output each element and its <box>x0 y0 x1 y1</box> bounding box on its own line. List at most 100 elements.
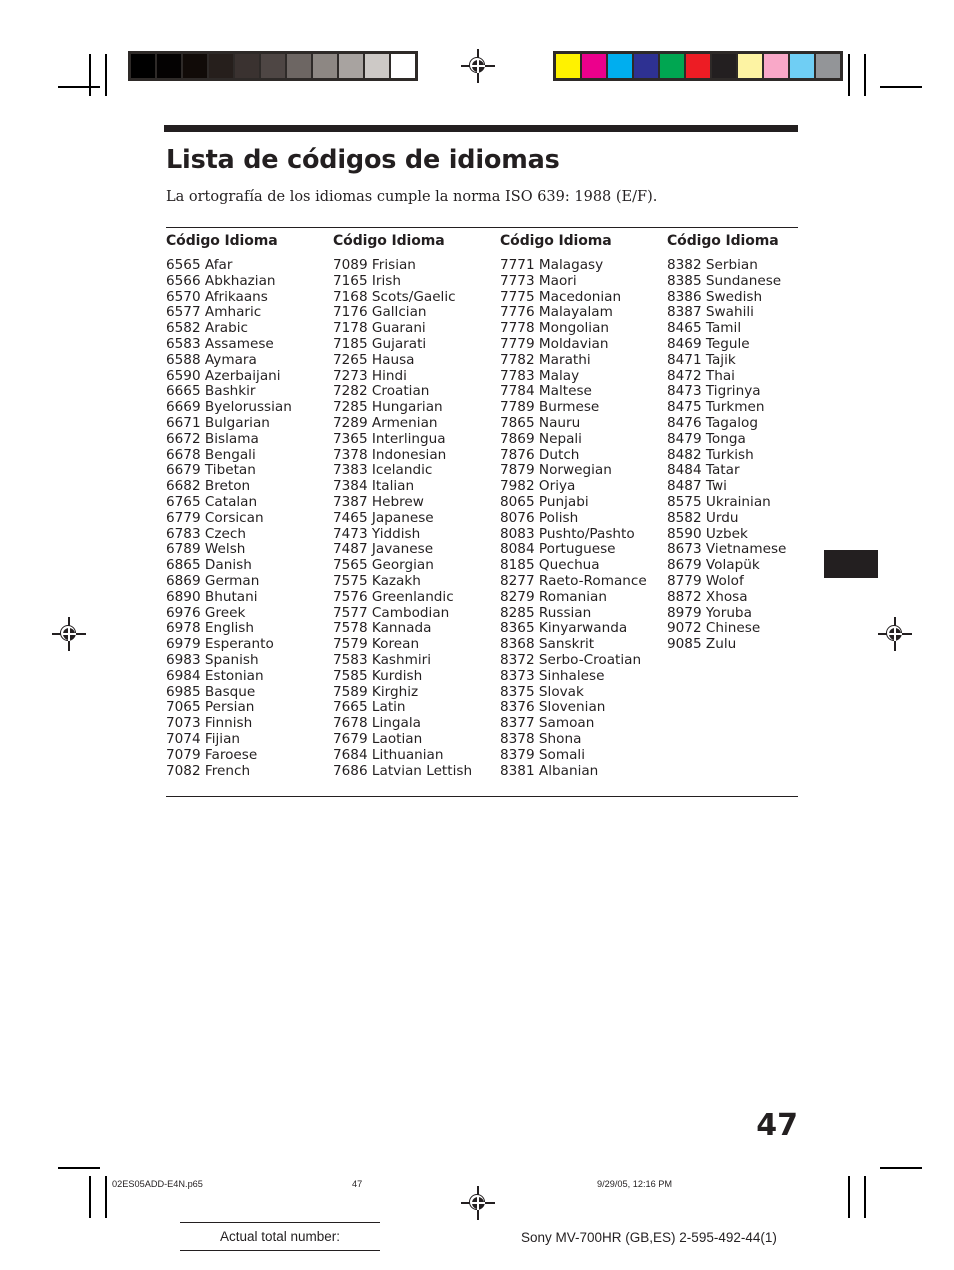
language-code-entry: 6985 Basque <box>166 683 256 700</box>
column-header-3: Código Idioma <box>500 233 612 249</box>
registration-target-left-middle <box>52 617 86 651</box>
language-code-entry: 7589 Kirghiz <box>333 683 419 700</box>
language-code-entry: 6779 Corsican <box>166 509 264 526</box>
language-code-entry: 6984 Estonian <box>166 667 264 684</box>
language-code-entry: 7365 Interlingua <box>333 430 446 447</box>
language-code-entry: 6570 Afrikaans <box>166 288 268 305</box>
language-code-table: Código Idioma Código Idioma Código Idiom… <box>166 227 798 798</box>
language-code-entry: 7285 Hungarian <box>333 399 443 416</box>
language-code-entry: 7679 Laotian <box>333 730 423 747</box>
language-code-entry: 8372 Serbo-Croatian <box>500 651 642 668</box>
language-code-entry: 7776 Malayalam <box>500 304 613 321</box>
language-code-entry: 8475 Turkmen <box>667 399 765 416</box>
language-code-entry: 7289 Armenian <box>333 414 438 431</box>
language-code-entry: 7686 Latvian Lettish <box>333 762 473 779</box>
language-code-entry: 7684 Lithuanian <box>333 746 444 763</box>
language-code-entry: 8487 Twi <box>667 478 727 495</box>
language-code-entry: 6669 Byelorussian <box>166 399 292 416</box>
language-code-entry: 6869 German <box>166 572 260 589</box>
language-code-entry: 6789 Welsh <box>166 541 246 558</box>
color-swatch <box>608 54 632 78</box>
language-code-entry: 7583 Kashmiri <box>333 651 432 668</box>
color-swatch <box>556 54 580 78</box>
language-code-entry: 8575 Ukrainian <box>667 493 771 510</box>
language-code-entry: 7487 Javanese <box>333 541 434 558</box>
crop-mark-bottom-right-vertical <box>864 1176 866 1218</box>
code-column-4: 8382 Serbian 8385 Sundanese 8386 Swedish 83… <box>667 257 834 779</box>
language-code-entry: 8387 Swahili <box>667 304 754 321</box>
language-code-entry: 8590 Uzbek <box>667 525 748 542</box>
language-code-entry: 8279 Romanian <box>500 588 607 605</box>
language-code-entry: 7779 Moldavian <box>500 335 609 352</box>
language-code-entry: 8375 Slovak <box>500 683 584 700</box>
language-code-entry: 8385 Sundanese <box>667 272 782 289</box>
registration-dot <box>62 627 76 641</box>
language-code-entry: 7579 Korean <box>333 636 420 653</box>
language-code-entry: 7778 Mongolian <box>500 320 610 337</box>
language-code-entry: 7082 French <box>166 762 251 779</box>
language-code-entry: 8386 Swedish <box>667 288 763 305</box>
language-code-entry: 6678 Bengali <box>166 446 256 463</box>
language-code-entry: 7879 Norwegian <box>500 462 612 479</box>
crop-mark-top-right-bleed <box>848 54 850 96</box>
language-code-entry: 8076 Polish <box>500 509 579 526</box>
language-code-entry: 6566 Abkhazian <box>166 272 276 289</box>
grayscale-swatch <box>261 54 285 78</box>
language-code-entry: 6978 English <box>166 620 255 637</box>
slug-file-name: 02ES05ADD-E4N.p65 <box>112 1179 203 1189</box>
language-code-entry: 6583 Assamese <box>166 335 274 352</box>
language-code-entry: 7079 Faroese <box>166 746 258 763</box>
registration-target-top-center <box>461 49 495 83</box>
language-code-entry: 8779 Wolof <box>667 572 744 589</box>
language-code-entry: 8679 Volapük <box>667 557 760 574</box>
language-code-entry: 6672 Bislama <box>166 430 259 447</box>
language-code-entry: 8479 Tonga <box>667 430 746 447</box>
column-header-4: Código Idioma <box>667 233 779 249</box>
language-code-entry: 7168 Scots/Gaelic <box>333 288 456 305</box>
language-code-entry: 7578 Kannada <box>333 620 432 637</box>
registration-dot <box>471 59 485 73</box>
page-intro-text: La ortografía de los idiomas cumple la n… <box>166 189 658 205</box>
language-code-entry: 6765 Catalan <box>166 493 258 510</box>
color-swatch <box>712 54 736 78</box>
crop-mark-bottom-left-horizontal <box>58 1167 100 1169</box>
language-code-entry: 6588 Aymara <box>166 351 257 368</box>
language-code-entry: 7789 Burmese <box>500 399 600 416</box>
language-code-entry: 7576 Greenlandic <box>333 588 454 605</box>
grayscale-swatch <box>339 54 363 78</box>
language-code-entry: 6979 Esperanto <box>166 636 274 653</box>
language-code-entry: 6577 Amharic <box>166 304 262 321</box>
registration-dot <box>471 1196 485 1210</box>
language-code-entry: 8471 Tajik <box>667 351 736 368</box>
color-swatch <box>764 54 788 78</box>
crop-mark-top-right-vertical <box>864 54 866 96</box>
crop-mark-top-left-vertical <box>89 54 91 96</box>
color-calibration-bar <box>553 51 843 81</box>
color-swatch <box>660 54 684 78</box>
language-code-entry: 8469 Tegule <box>667 335 750 352</box>
grayscale-swatch <box>157 54 181 78</box>
language-code-entry: 7575 Kazakh <box>333 572 421 589</box>
language-code-entry: 8473 Tigrinya <box>667 383 761 400</box>
language-code-entry: 8872 Xhosa <box>667 588 748 605</box>
language-code-entry: 8277 Raeto-Romance <box>500 572 647 589</box>
grayscale-swatch <box>235 54 259 78</box>
language-code-entry: 9085 Zulu <box>667 636 737 653</box>
thumb-index-tab <box>824 550 878 578</box>
language-code-entry: 8382 Serbian <box>667 257 758 273</box>
language-code-entry: 7782 Marathi <box>500 351 591 368</box>
language-code-entry: 7771 Malagasy <box>500 257 604 273</box>
slug-page-number: 47 <box>352 1179 363 1189</box>
language-code-entry: 7665 Latin <box>333 699 406 716</box>
language-code-entry: 7869 Nepali <box>500 430 582 447</box>
language-code-entry: 7185 Gujarati <box>333 335 427 352</box>
slug-date-time: 9/29/05, 12:16 PM <box>597 1179 673 1189</box>
language-code-entry: 8979 Yoruba <box>667 604 752 621</box>
language-code-entry: 7387 Hebrew <box>333 493 424 510</box>
language-code-entry: 6590 Azerbaijani <box>166 367 281 384</box>
language-code-entry: 7265 Hausa <box>333 351 415 368</box>
column-header-2: Código Idioma <box>333 233 445 249</box>
language-code-entry: 7176 Gallcian <box>333 304 427 321</box>
color-swatch <box>790 54 814 78</box>
table-header-row: Código Idioma Código Idioma Código Idiom… <box>166 233 798 249</box>
